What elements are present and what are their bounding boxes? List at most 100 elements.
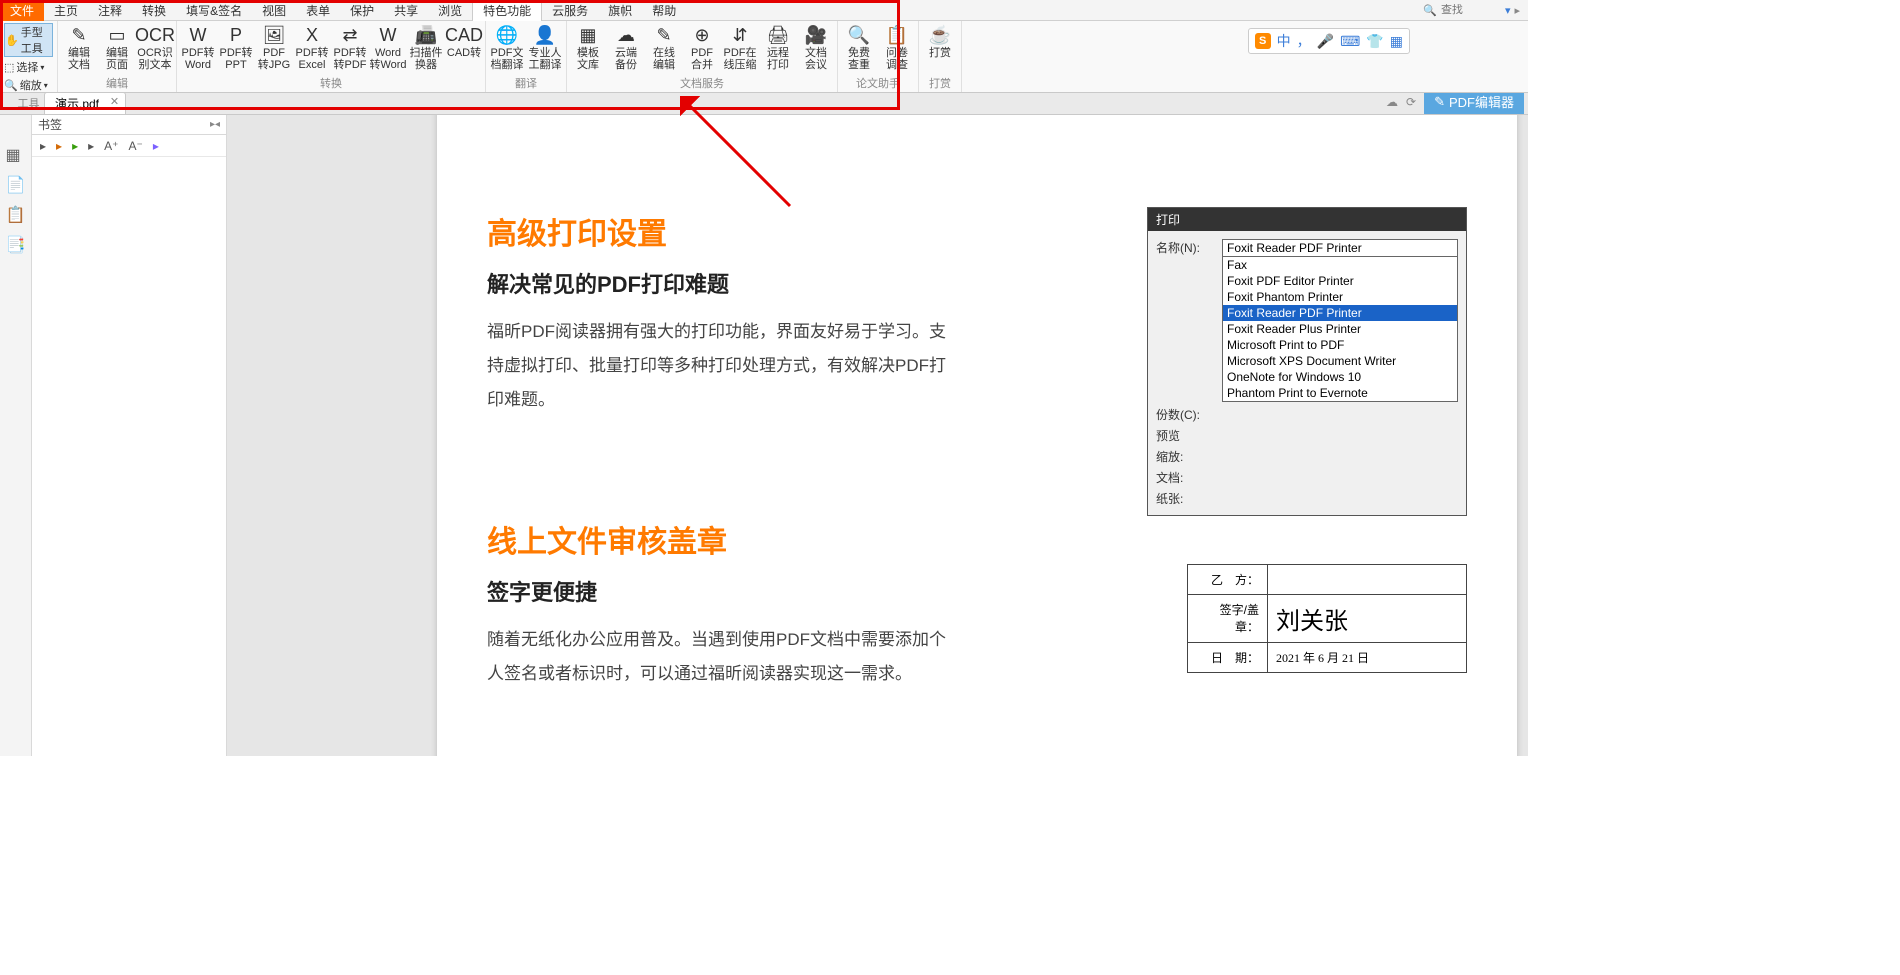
ribbon-btn-0-1[interactable]: ▭编辑 页面 (100, 23, 134, 75)
menu-flag[interactable]: 旗帜 (598, 0, 642, 21)
ribbon-btn-label: 编辑 文档 (68, 47, 90, 71)
ribbon-btn-icon: ✎ (67, 23, 91, 47)
party-label: 乙 方： (1188, 565, 1268, 594)
ime-bar[interactable]: S 中 ， 🎤 ⌨ 👕 ▦ (1248, 28, 1410, 54)
printer-option[interactable]: OneNote for Windows 10 (1223, 369, 1457, 385)
menu-form[interactable]: 表单 (296, 0, 340, 21)
menu-special[interactable]: 特色功能 (472, 0, 542, 21)
menu-browse[interactable]: 浏览 (428, 0, 472, 21)
bm-font-dec[interactable]: A⁻ (128, 139, 142, 153)
search-input[interactable] (1441, 4, 1501, 16)
menu-help[interactable]: 帮助 (642, 0, 686, 21)
ime-lang[interactable]: 中 (1277, 31, 1291, 51)
hand-tool[interactable]: ✋手型工具 (4, 23, 53, 57)
printer-option[interactable]: Foxit PDF Editor Printer (1223, 273, 1457, 289)
ribbon-btn-3-2[interactable]: ✎在线 编辑 (647, 23, 681, 75)
ribbon-btn-1-3[interactable]: XPDF转 Excel (295, 23, 329, 75)
menu-file[interactable]: 文件 (0, 0, 44, 21)
ribbon-btn-icon: ⇵ (728, 23, 752, 47)
printer-option[interactable]: Microsoft XPS Document Writer (1223, 353, 1457, 369)
ime-punct-icon[interactable]: ， (1297, 31, 1311, 51)
ribbon-group-4: 🔍免费 查重📋问卷 调查论文助手 (838, 21, 919, 92)
ribbon-btn-0-2[interactable]: OCROCR识 别文本 (138, 23, 172, 75)
menu-home[interactable]: 主页 (44, 0, 88, 21)
rail-note-icon[interactable]: 📑 (6, 235, 26, 255)
doc-tab[interactable]: 演示.pdf ✕ (44, 92, 126, 114)
ribbon-btn-3-5[interactable]: 🖨远程 打印 (761, 23, 795, 75)
search-icon: 🔍 (1423, 4, 1437, 17)
menu-comment[interactable]: 注释 (88, 0, 132, 21)
pd-paper-label: 纸张: (1156, 490, 1214, 507)
ribbon-btn-3-0[interactable]: ▦模板 文库 (571, 23, 605, 75)
bm-add-icon[interactable]: ▸ (56, 139, 62, 153)
rail-page-icon[interactable]: 📄 (6, 175, 26, 195)
ime-skin-icon[interactable]: 👕 (1366, 33, 1383, 50)
ime-mic-icon[interactable]: 🎤 (1317, 33, 1334, 50)
ribbon-btn-1-2[interactable]: 🖼PDF 转JPG (257, 23, 291, 75)
close-tab-icon[interactable]: ✕ (110, 95, 119, 108)
printer-select[interactable]: Foxit Reader PDF Printer (1222, 239, 1458, 257)
bm-font-inc[interactable]: A⁺ (104, 139, 118, 153)
search-next-icon[interactable]: ▸ (1514, 4, 1520, 17)
bm-del-icon[interactable]: ▸ (72, 139, 78, 153)
ribbon-btn-3-6[interactable]: 🎥文档 会议 (799, 23, 833, 75)
printer-option[interactable]: Foxit Reader Plus Printer (1223, 321, 1457, 337)
menu-search[interactable]: 🔍 ▾ ▸ (1423, 4, 1528, 17)
ribbon-btn-1-5[interactable]: WWord 转Word (371, 23, 405, 75)
ribbon-btn-label: 远程 打印 (767, 47, 789, 71)
rail-clipboard-icon[interactable]: 📋 (6, 205, 26, 225)
printer-option[interactable]: Foxit Phantom Printer (1223, 289, 1457, 305)
date-label: 日 期： (1188, 643, 1268, 672)
printer-option[interactable]: Foxit Reader PDF Printer (1223, 305, 1457, 321)
panel-collapse-icon[interactable]: ▸◂ (210, 119, 220, 130)
ribbon-btn-label: OCR识 别文本 (137, 47, 172, 71)
ribbon-btn-4-0[interactable]: 🔍免费 查重 (842, 23, 876, 75)
bm-more-icon[interactable]: ▸ (153, 139, 159, 153)
menu-view[interactable]: 视图 (252, 0, 296, 21)
ribbon-group-label: 转换 (320, 75, 342, 92)
rail-thumbnail-icon[interactable]: ▦ (6, 145, 26, 165)
menu-cloud[interactable]: 云服务 (542, 0, 598, 21)
ribbon-btn-icon: X (300, 23, 324, 47)
pd-zoom-label: 缩放: (1156, 448, 1214, 465)
page: 高级打印设置 解决常见的PDF打印难题 福昕PDF阅读器拥有强大的打印功能，界面… (437, 115, 1517, 756)
cloud-icon[interactable]: ☁ (1386, 95, 1398, 109)
ribbon-btn-1-7[interactable]: CADCAD转 (447, 23, 481, 75)
ribbon-btn-label: PDF在 线压缩 (724, 47, 757, 71)
document-view[interactable]: 高级打印设置 解决常见的PDF打印难题 福昕PDF阅读器拥有强大的打印功能，界面… (227, 115, 1528, 756)
ribbon-group-label: 文档服务 (680, 75, 724, 92)
ribbon-btn-icon: ☕ (928, 23, 952, 47)
ribbon-btn-1-4[interactable]: ⇄PDF转 转PDF (333, 23, 367, 75)
search-dropdown-icon[interactable]: ▾ (1505, 4, 1511, 17)
ribbon-btn-1-6[interactable]: 📠扫描件 换器 (409, 23, 443, 75)
menu-convert[interactable]: 转换 (132, 0, 176, 21)
ribbon-btn-0-0[interactable]: ✎编辑 文档 (62, 23, 96, 75)
printer-option[interactable]: Phantom Print to Evernote (1223, 385, 1457, 401)
sync-icon[interactable]: ⟳ (1406, 95, 1416, 109)
select-tool[interactable]: ⬚选择▾ (4, 59, 53, 75)
pen-icon: ✎ (1434, 94, 1445, 110)
ribbon-btn-label: PDF转 转PDF (334, 47, 367, 71)
ribbon-btn-3-4[interactable]: ⇵PDF在 线压缩 (723, 23, 757, 75)
bm-expand-icon[interactable]: ▸ (40, 139, 46, 153)
printer-option[interactable]: Fax (1223, 257, 1457, 273)
menu-fillsign[interactable]: 填写&签名 (176, 0, 252, 21)
printer-dropdown[interactable]: FaxFoxit PDF Editor PrinterFoxit Phantom… (1222, 257, 1458, 402)
ribbon-btn-icon: 🖼 (262, 23, 286, 47)
ribbon-btn-1-0[interactable]: WPDF转 Word (181, 23, 215, 75)
ribbon-btn-3-3[interactable]: ⊕PDF 合并 (685, 23, 719, 75)
ime-menu-icon[interactable]: ▦ (1390, 33, 1403, 50)
menu-protect[interactable]: 保护 (340, 0, 384, 21)
ribbon-btn-2-0[interactable]: 🌐PDF文 档翻译 (490, 23, 524, 75)
ribbon-btn-4-1[interactable]: 📋问卷 调查 (880, 23, 914, 75)
menu-share[interactable]: 共享 (384, 0, 428, 21)
ribbon-btn-label: 文档 会议 (805, 47, 827, 71)
ribbon-btn-5-0[interactable]: ☕打赏 (923, 23, 957, 75)
bm-find-icon[interactable]: ▸ (88, 139, 94, 153)
ribbon-btn-3-1[interactable]: ☁云端 备份 (609, 23, 643, 75)
zoom-tool[interactable]: 🔍缩放▾ (4, 77, 53, 93)
printer-option[interactable]: Microsoft Print to PDF (1223, 337, 1457, 353)
ribbon-btn-1-1[interactable]: PPDF转 PPT (219, 23, 253, 75)
ime-keyboard-icon[interactable]: ⌨ (1340, 33, 1360, 50)
ribbon-btn-2-1[interactable]: 👤专业人 工翻译 (528, 23, 562, 75)
